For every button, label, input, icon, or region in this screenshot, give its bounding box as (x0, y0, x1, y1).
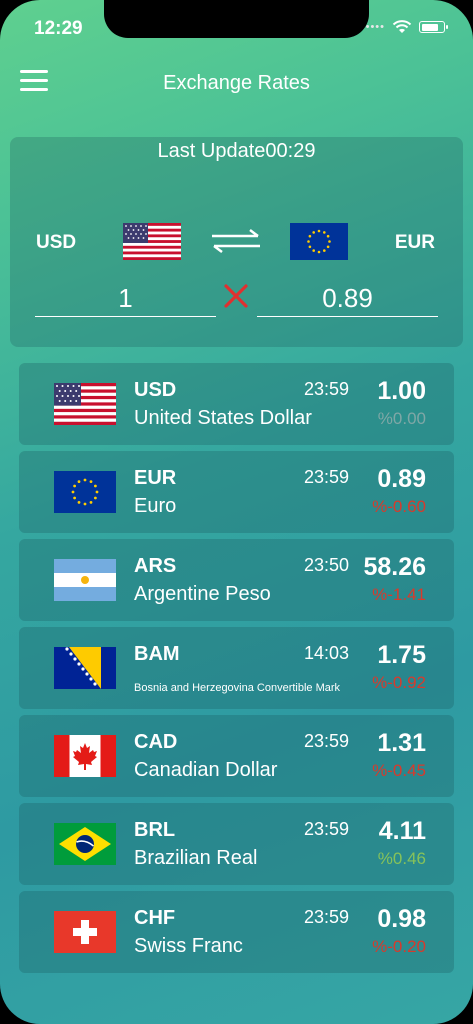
swap-arrows-icon[interactable] (210, 229, 262, 253)
currency-code: ARS (134, 555, 177, 577)
rate-time: 23:50 (303, 555, 349, 575)
rate-change: %-1.41 (372, 585, 426, 604)
rate-change: %-0.92 (372, 673, 426, 692)
rate-value: 4.11 (378, 817, 426, 845)
rate-time: 23:59 (303, 819, 349, 839)
wifi-icon (392, 20, 412, 33)
eu-flag-icon (54, 471, 116, 513)
bosnia-flag-icon (54, 647, 116, 689)
from-amount-input[interactable]: 1 (35, 283, 216, 317)
clear-x-icon[interactable] (222, 282, 250, 310)
eu-flag-icon[interactable] (290, 223, 348, 260)
argentina-flag-icon (54, 559, 116, 601)
last-update-time: 00:29 (265, 140, 316, 162)
currency-name: Argentine Peso (134, 583, 271, 605)
currency-name: Bosnia and Herzegovina Convertible Mark (134, 682, 341, 694)
rate-row-eur[interactable]: EUR Euro 23:59 0.89 %-0.60 (19, 451, 454, 533)
currency-code: EUR (134, 467, 177, 489)
rate-time: 14:03 (303, 643, 349, 663)
rate-row-brl[interactable]: BRL Brazilian Real 23:59 4.11 %0.46 (19, 803, 454, 885)
rate-time: 23:59 (303, 731, 349, 751)
rate-value: 0.98 (377, 905, 426, 933)
rate-time: 23:59 (303, 379, 349, 399)
rate-change: %0.00 (377, 409, 426, 428)
currency-name: Swiss Franc (134, 935, 243, 957)
currency-name: Euro (134, 495, 177, 517)
currency-code: CAD (134, 731, 178, 753)
rate-value: 1.00 (377, 377, 426, 405)
from-currency-code[interactable]: USD (36, 232, 76, 254)
currency-code: BAM (134, 643, 180, 665)
rate-change: %-0.20 (372, 937, 426, 956)
device-notch (104, 0, 369, 38)
last-update-label: Last Update (157, 140, 266, 162)
rate-row-ars[interactable]: ARS Argentine Peso 23:50 58.26 %-1.41 (19, 539, 454, 621)
rate-change: %-0.60 (372, 497, 426, 516)
to-amount-input[interactable]: 0.89 (257, 283, 438, 317)
rate-value: 58.26 (363, 553, 426, 581)
canada-flag-icon (54, 735, 116, 777)
currency-code: BRL (134, 819, 176, 841)
rate-change: %0.46 (377, 849, 426, 868)
status-icons: •••• (365, 20, 448, 34)
last-update: Last Update00:29 (10, 140, 463, 163)
battery-icon (419, 21, 448, 33)
currency-name: Brazilian Real (134, 847, 258, 869)
switzerland-flag-icon (54, 911, 116, 953)
page-title: Exchange Rates (163, 72, 310, 94)
rate-row-bam[interactable]: BAM Bosnia and Herzegovina Convertible M… (19, 627, 454, 709)
rates-list: USD United States Dollar 23:59 1.00 %0.0… (19, 363, 454, 979)
us-flag-icon[interactable] (123, 223, 181, 260)
rate-row-chf[interactable]: CHF Swiss Franc 23:59 0.98 %-0.20 (19, 891, 454, 973)
rate-change: %-0.45 (372, 761, 426, 780)
currency-code: CHF (134, 907, 176, 929)
rate-time: 23:59 (303, 467, 349, 487)
rate-value: 1.75 (377, 641, 426, 669)
rate-value: 1.31 (377, 729, 426, 757)
status-time: 12:29 (34, 18, 83, 39)
currency-name: Canadian Dollar (134, 759, 278, 781)
currency-code: USD (134, 379, 177, 401)
rate-time: 23:59 (303, 907, 349, 927)
brazil-flag-icon (54, 823, 116, 865)
app-screen: 12:29 •••• Exchange Rates Last Update00:… (0, 0, 473, 1024)
to-currency-code[interactable]: EUR (395, 232, 435, 254)
us-flag-icon (54, 383, 116, 425)
converter-panel: Last Update00:29 USD EUR 1 0.89 (10, 137, 463, 347)
signal-dots-icon: •••• (365, 21, 385, 33)
rate-value: 0.89 (377, 465, 426, 493)
rate-row-cad[interactable]: CAD Canadian Dollar 23:59 1.31 %-0.45 (19, 715, 454, 797)
rate-row-usd[interactable]: USD United States Dollar 23:59 1.00 %0.0… (19, 363, 454, 445)
currency-name: United States Dollar (134, 407, 312, 429)
